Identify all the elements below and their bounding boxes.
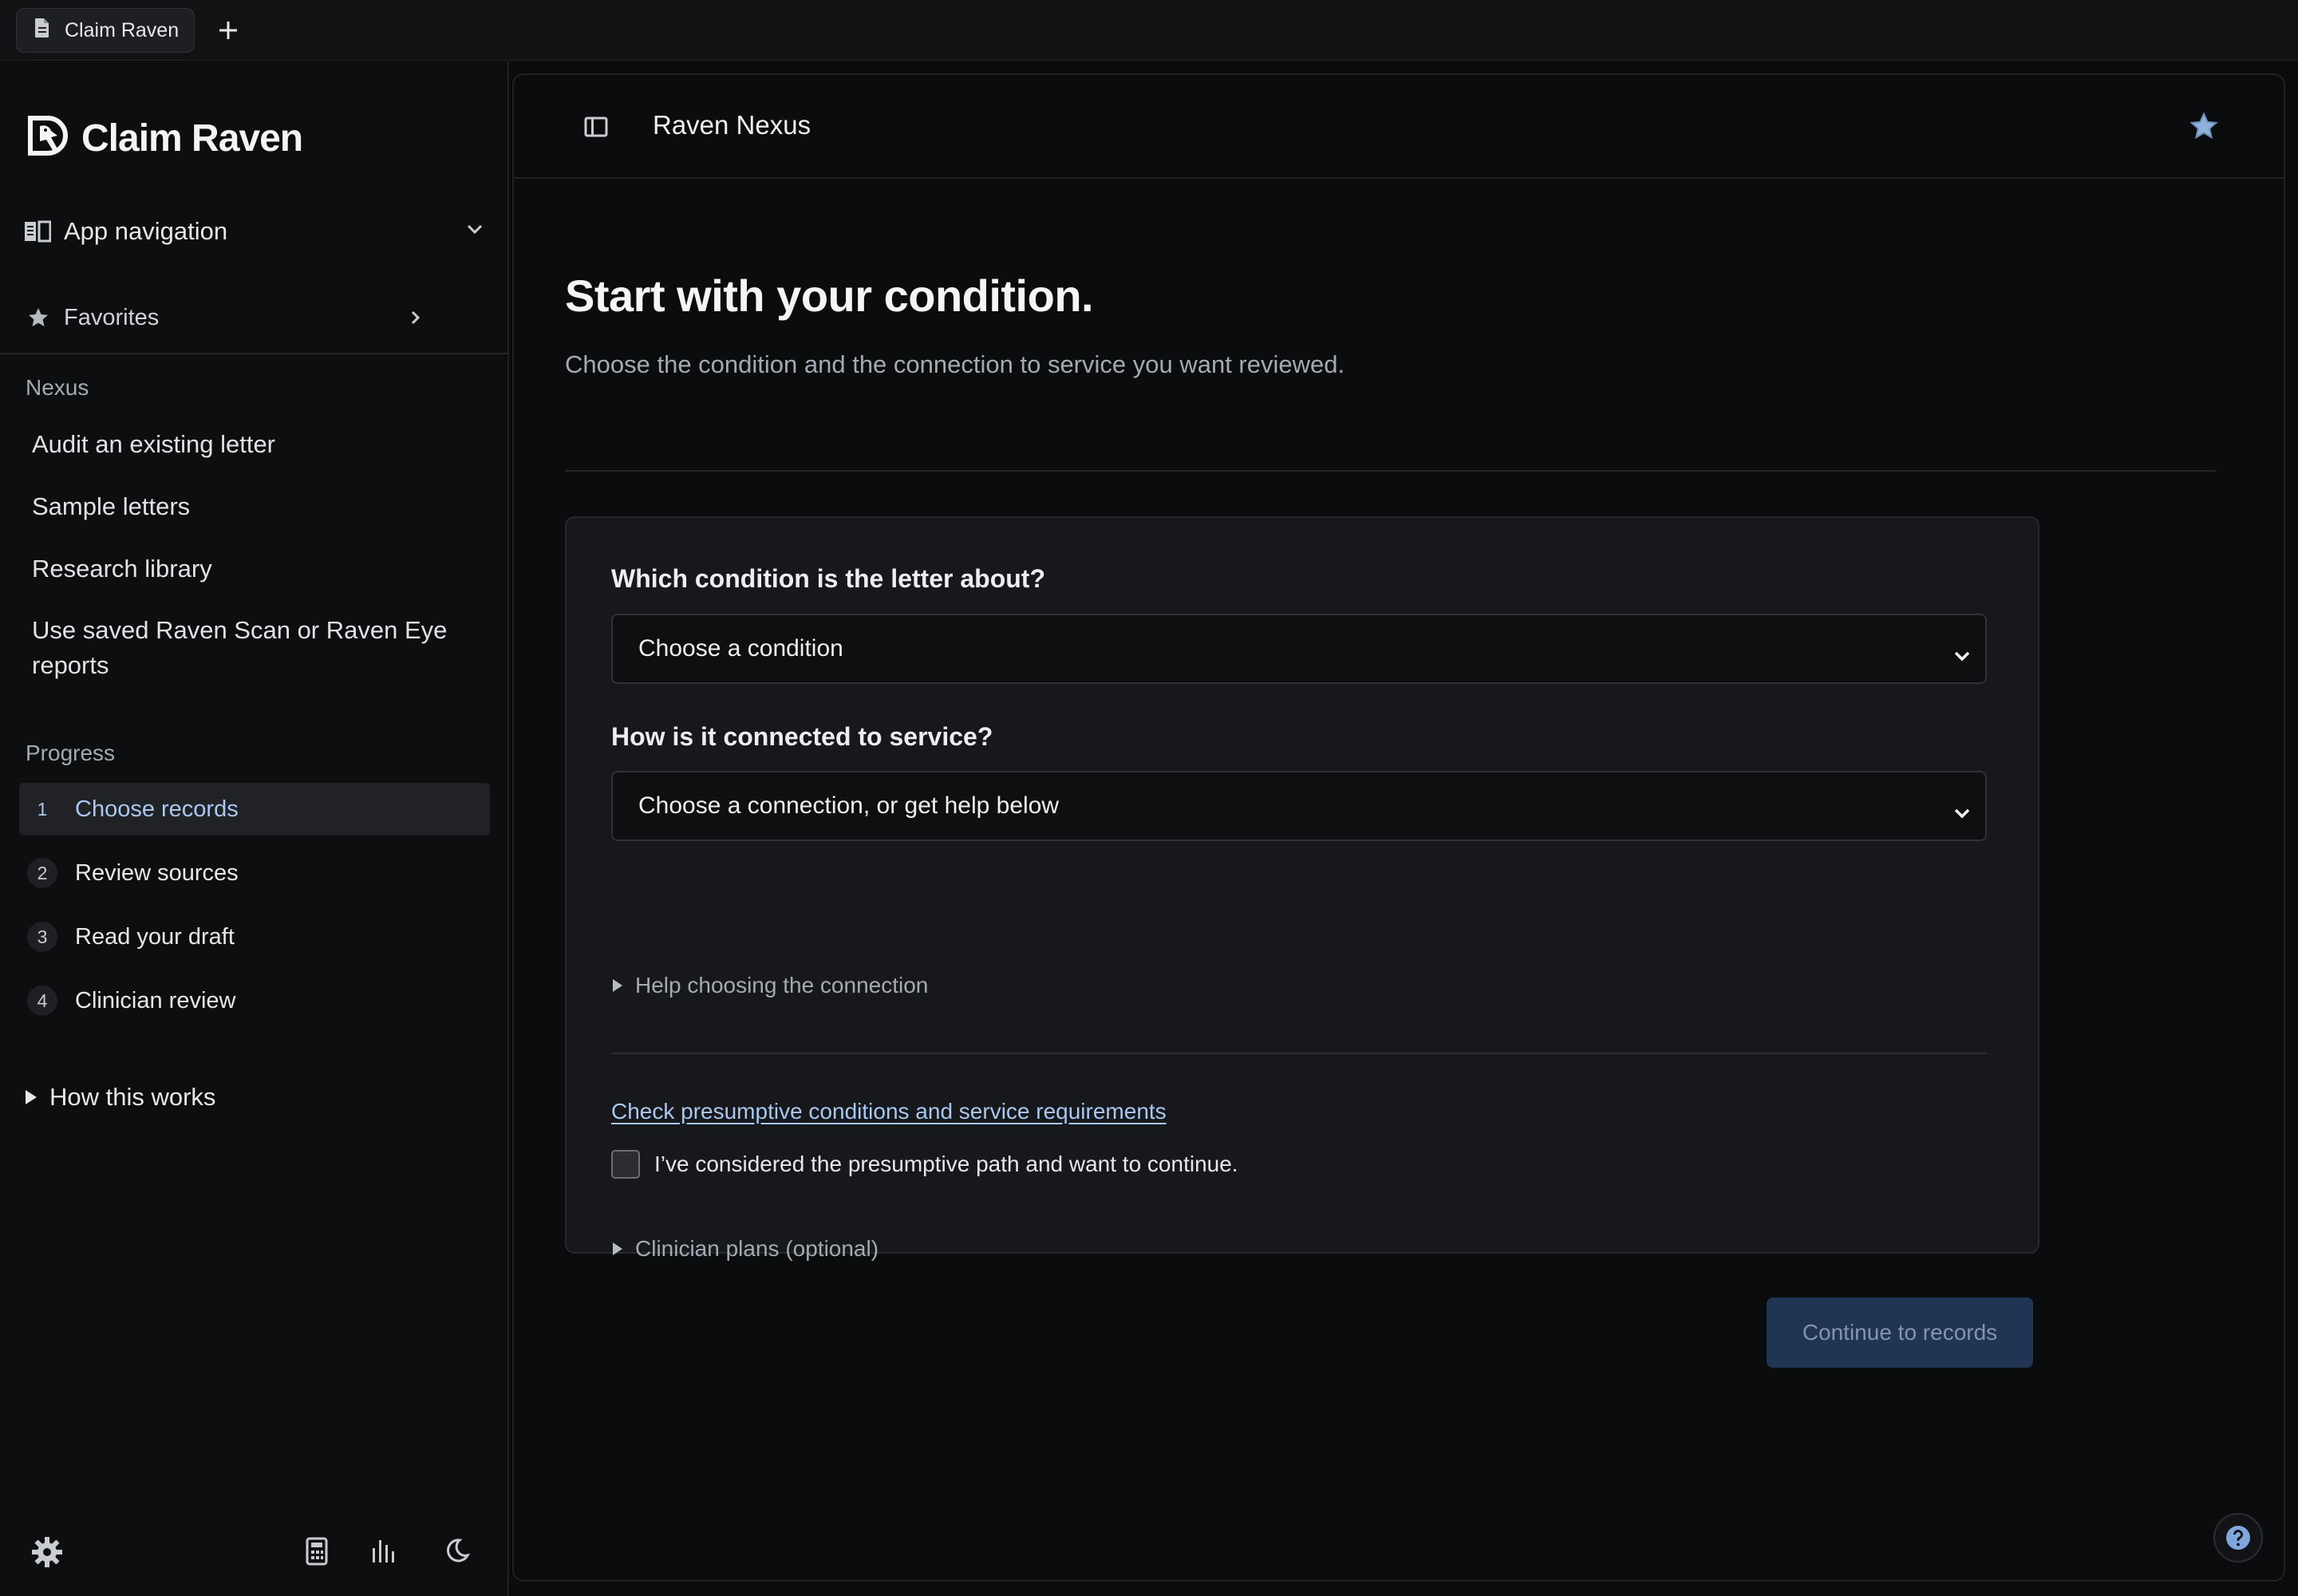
- condition-select[interactable]: Choose a condition: [611, 614, 1987, 684]
- page-title: Start with your condition.: [565, 271, 1094, 321]
- document-icon: [34, 18, 50, 44]
- progress-step-read-draft[interactable]: 3 Read your draft: [19, 911, 490, 963]
- how-this-works-label: How this works: [49, 1083, 216, 1111]
- favorite-star-icon[interactable]: [2189, 112, 2218, 144]
- favorites-label: Favorites: [64, 304, 160, 330]
- continue-to-records-button[interactable]: Continue to records: [1767, 1298, 2033, 1368]
- calculator-icon[interactable]: [306, 1537, 328, 1570]
- connection-select[interactable]: Choose a connection, or get help below: [611, 771, 1987, 841]
- nexus-section-label: Nexus: [26, 375, 89, 400]
- clinician-plans-toggle[interactable]: Clinician plans (optional): [611, 1236, 879, 1262]
- presumptive-conditions-link[interactable]: Check presumptive conditions and service…: [611, 1099, 1167, 1124]
- raven-logo-icon: [24, 115, 77, 162]
- progress-section-label: Progress: [26, 741, 116, 765]
- help-question-icon[interactable]: [2213, 1513, 2263, 1562]
- main-divider: [565, 470, 2217, 472]
- sidebar-link-audit-letter[interactable]: Audit an existing letter: [32, 427, 275, 462]
- favorites-toggle[interactable]: Favorites: [27, 302, 423, 334]
- sidebar-divider: [0, 353, 509, 354]
- connection-select-value: Choose a connection, or get help below: [638, 792, 1060, 819]
- progress-step-review-sources[interactable]: 2 Review sources: [19, 847, 490, 899]
- step-label: Choose records: [75, 796, 239, 822]
- sidebar-toggle-icon[interactable]: [584, 117, 608, 141]
- sidebar-link-saved-reports[interactable]: Use saved Raven Scan or Raven Eye report…: [32, 613, 479, 683]
- help-choosing-connection-toggle[interactable]: Help choosing the connection: [611, 973, 928, 998]
- main-header: Raven Nexus: [514, 75, 2284, 179]
- page-subtitle: Choose the condition and the connection …: [565, 350, 1345, 378]
- connection-question: How is it connected to service?: [611, 722, 993, 751]
- sidebar-link-sample-letters[interactable]: Sample letters: [32, 489, 190, 524]
- bar-chart-icon[interactable]: [370, 1537, 397, 1568]
- tab-claim-raven[interactable]: Claim Raven: [16, 8, 195, 53]
- moon-icon[interactable]: [444, 1537, 471, 1568]
- condition-select-value: Choose a condition: [638, 635, 843, 662]
- chevron-down-icon: [1953, 641, 1971, 668]
- new-tab-plus-icon[interactable]: [209, 11, 247, 49]
- card-divider: [611, 1053, 1987, 1054]
- sidebar-link-research-library[interactable]: Research library: [32, 551, 212, 587]
- triangle-right-icon: [24, 1089, 38, 1105]
- condition-form-card: Which condition is the letter about? Cho…: [565, 516, 2039, 1261]
- help-choosing-connection-label: Help choosing the connection: [635, 973, 929, 998]
- progress-step-clinician-review[interactable]: 4 Clinician review: [19, 974, 490, 1027]
- clinician-plans-label: Clinician plans (optional): [635, 1236, 879, 1261]
- presumptive-consider-checkbox[interactable]: [611, 1150, 640, 1179]
- book-icon: [24, 220, 53, 243]
- chevron-down-icon: [466, 223, 484, 239]
- header-title: Raven Nexus: [653, 110, 811, 140]
- condition-question: Which condition is the letter about?: [611, 564, 1045, 593]
- browser-tab-bar: Claim Raven: [0, 0, 2298, 61]
- progress-step-choose-records[interactable]: 1 Choose records: [19, 783, 490, 836]
- app-navigation-label: App navigation: [64, 217, 228, 245]
- claim-raven-logo[interactable]: Claim Raven: [24, 115, 303, 162]
- step-number: 3: [27, 922, 57, 952]
- main-panel: Raven Nexus Start with your condition. C…: [512, 73, 2285, 1582]
- app-navigation-toggle[interactable]: App navigation: [24, 214, 488, 249]
- step-label: Read your draft: [75, 923, 235, 950]
- presumptive-consider-label: I’ve considered the presumptive path and…: [654, 1152, 1238, 1176]
- step-label: Review sources: [75, 859, 239, 886]
- star-icon: [27, 306, 49, 329]
- presumptive-consider-row: I’ve considered the presumptive path and…: [611, 1150, 1238, 1179]
- tab-label: Claim Raven: [65, 18, 180, 41]
- step-number: 1: [37, 798, 48, 820]
- triangle-right-icon: [611, 978, 624, 993]
- logo-text: Claim Raven: [81, 117, 303, 160]
- step-number: 4: [27, 986, 57, 1016]
- triangle-right-icon: [611, 1242, 624, 1256]
- step-number: 2: [27, 858, 57, 888]
- chevron-down-icon: [1953, 798, 1971, 825]
- chevron-right-icon: [410, 310, 421, 330]
- step-label: Clinician review: [75, 987, 236, 1013]
- how-this-works-toggle[interactable]: How this works: [24, 1081, 215, 1113]
- settings-gear-icon[interactable]: [30, 1535, 64, 1573]
